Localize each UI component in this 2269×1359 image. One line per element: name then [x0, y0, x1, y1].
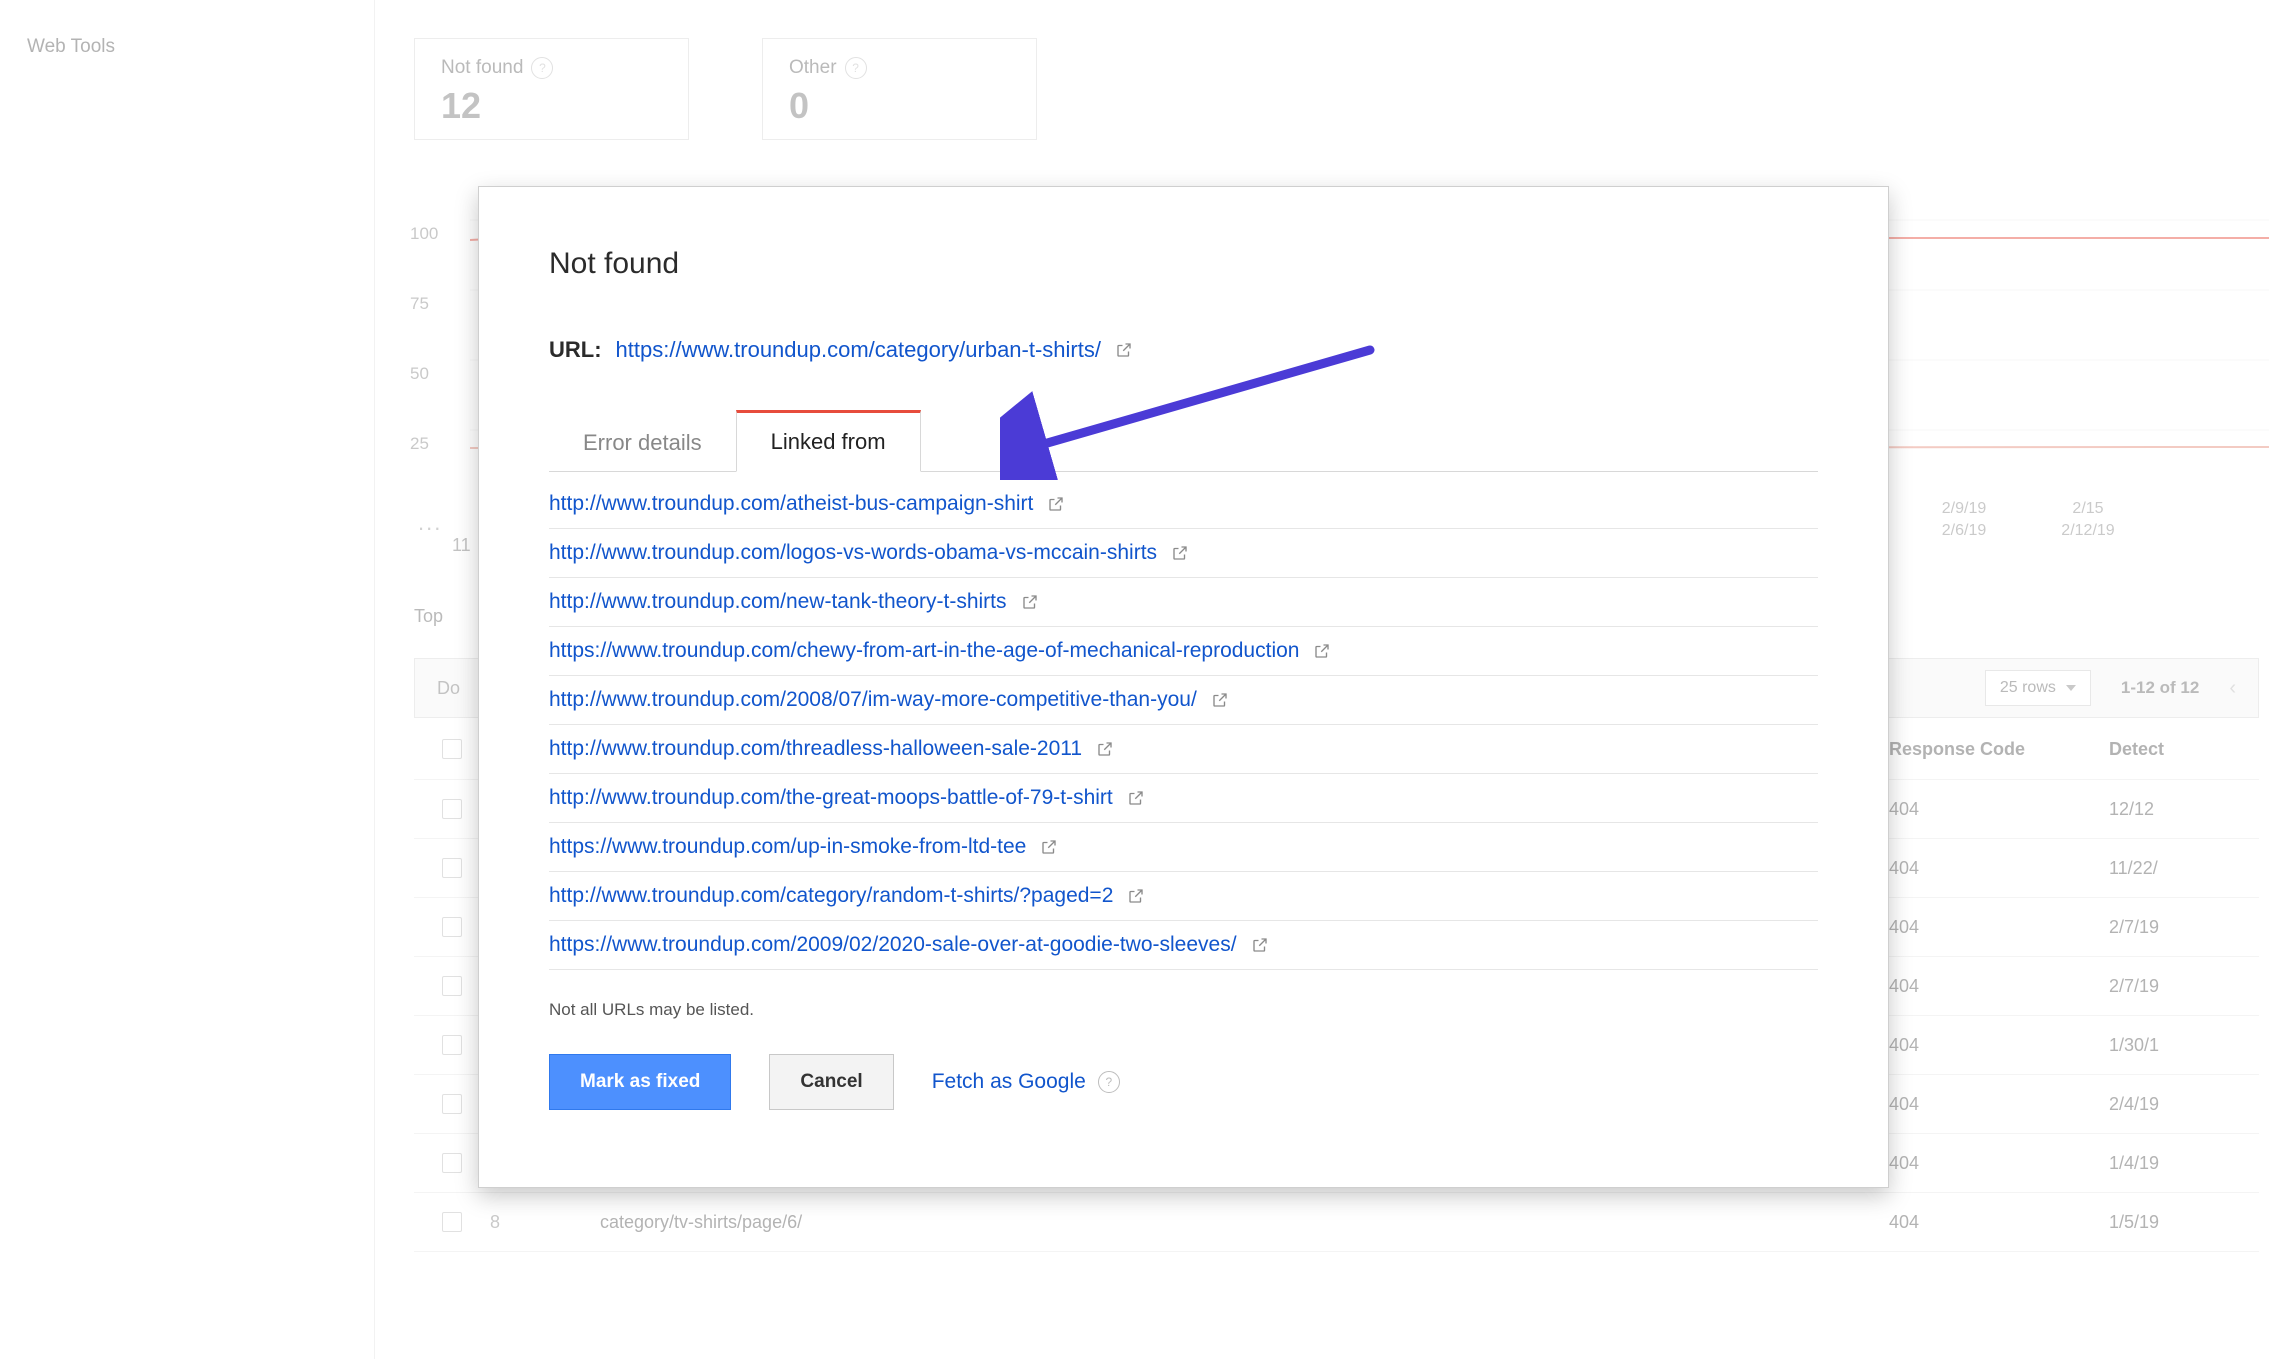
linked-from-item: http://www.troundup.com/new-tank-theory-… — [549, 578, 1818, 627]
external-link-icon[interactable] — [1096, 740, 1114, 758]
linked-from-item: http://www.troundup.com/2008/07/im-way-m… — [549, 676, 1818, 725]
cancel-button[interactable]: Cancel — [769, 1054, 893, 1110]
dialog-tabs: Error details Linked from — [549, 409, 1818, 472]
linked-from-url[interactable]: http://www.troundup.com/2008/07/im-way-m… — [549, 688, 1197, 712]
linked-from-url[interactable]: https://www.troundup.com/chewy-from-art-… — [549, 639, 1299, 663]
tab-linked-from[interactable]: Linked from — [736, 410, 921, 472]
external-link-icon[interactable] — [1021, 593, 1039, 611]
linked-from-item: http://www.troundup.com/the-great-moops-… — [549, 774, 1818, 823]
linked-from-item: http://www.troundup.com/category/random-… — [549, 872, 1818, 921]
linked-from-item: http://www.troundup.com/threadless-hallo… — [549, 725, 1818, 774]
dialog-title: Not found — [549, 247, 1818, 281]
modal-overlay: Not found URL: https://www.troundup.com/… — [0, 0, 2269, 1359]
url-label: URL: — [549, 337, 602, 363]
external-link-icon[interactable] — [1211, 691, 1229, 709]
external-link-icon[interactable] — [1115, 341, 1133, 359]
linked-from-url[interactable]: http://www.troundup.com/threadless-hallo… — [549, 737, 1082, 761]
help-icon: ? — [1098, 1071, 1120, 1093]
linked-from-url[interactable]: https://www.troundup.com/2009/02/2020-sa… — [549, 933, 1237, 957]
fetch-as-google-link[interactable]: Fetch as Google ? — [932, 1070, 1120, 1094]
external-link-icon[interactable] — [1047, 495, 1065, 513]
linked-from-item: https://www.troundup.com/chewy-from-art-… — [549, 627, 1818, 676]
linked-from-url[interactable]: http://www.troundup.com/category/random-… — [549, 884, 1113, 908]
external-link-icon[interactable] — [1040, 838, 1058, 856]
external-link-icon[interactable] — [1127, 789, 1145, 807]
external-link-icon[interactable] — [1251, 936, 1269, 954]
linked-from-list: http://www.troundup.com/atheist-bus-camp… — [549, 480, 1818, 970]
external-link-icon[interactable] — [1313, 642, 1331, 660]
linked-from-url[interactable]: http://www.troundup.com/the-great-moops-… — [549, 786, 1113, 810]
external-link-icon[interactable] — [1127, 887, 1145, 905]
mark-as-fixed-button[interactable]: Mark as fixed — [549, 1054, 731, 1110]
linked-from-url[interactable]: https://www.troundup.com/up-in-smoke-fro… — [549, 835, 1026, 859]
linked-from-url[interactable]: http://www.troundup.com/logos-vs-words-o… — [549, 541, 1157, 565]
linked-from-url[interactable]: http://www.troundup.com/atheist-bus-camp… — [549, 492, 1033, 516]
error-url-link[interactable]: https://www.troundup.com/category/urban-… — [616, 337, 1101, 363]
linked-from-item: https://www.troundup.com/2009/02/2020-sa… — [549, 921, 1818, 970]
linked-from-url[interactable]: http://www.troundup.com/new-tank-theory-… — [549, 590, 1007, 614]
tab-error-details[interactable]: Error details — [549, 414, 736, 472]
external-link-icon[interactable] — [1171, 544, 1189, 562]
list-footer-note: Not all URLs may be listed. — [549, 1000, 1818, 1020]
fetch-as-google-label: Fetch as Google — [932, 1070, 1086, 1094]
url-error-dialog: Not found URL: https://www.troundup.com/… — [478, 186, 1889, 1188]
linked-from-item: https://www.troundup.com/up-in-smoke-fro… — [549, 823, 1818, 872]
linked-from-item: http://www.troundup.com/atheist-bus-camp… — [549, 480, 1818, 529]
linked-from-item: http://www.troundup.com/logos-vs-words-o… — [549, 529, 1818, 578]
